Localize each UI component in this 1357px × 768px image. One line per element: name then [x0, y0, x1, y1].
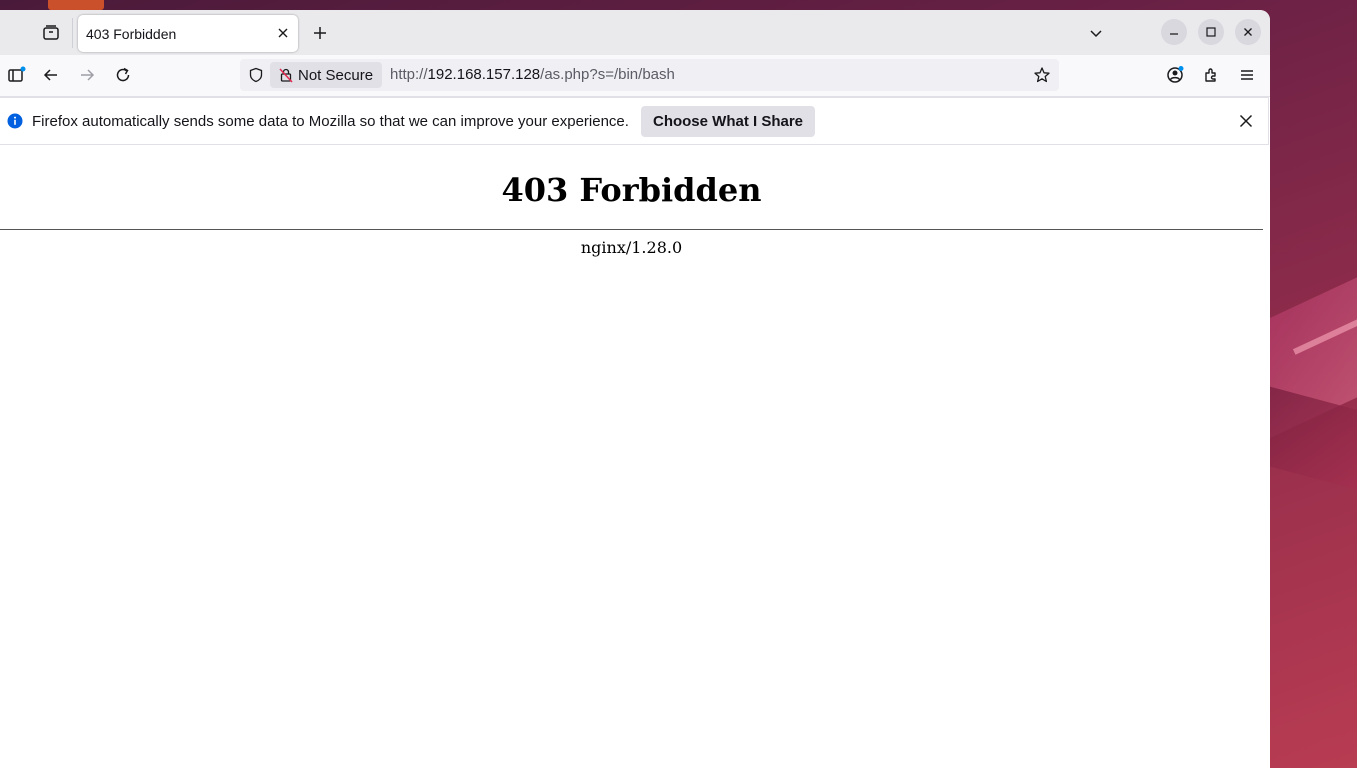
- url-text[interactable]: http://192.168.157.128/as.php?s=/bin/bas…: [390, 66, 675, 83]
- url-host: 192.168.157.128: [427, 66, 541, 83]
- tab-divider: [72, 18, 73, 48]
- choose-what-i-share-button[interactable]: Choose What I Share: [641, 106, 815, 137]
- close-window-icon[interactable]: [1235, 19, 1261, 45]
- browser-window: 403 Forbidden Not Secure http://192.168.…: [0, 10, 1270, 768]
- tab-close-icon[interactable]: [269, 19, 297, 47]
- list-all-tabs-icon[interactable]: [1082, 19, 1110, 47]
- account-icon[interactable]: [1161, 61, 1189, 89]
- data-collection-notification-bar: Firefox automatically sends some data to…: [0, 97, 1269, 145]
- maximize-icon[interactable]: [1198, 19, 1224, 45]
- info-icon: [7, 113, 23, 134]
- extensions-icon[interactable]: [1197, 61, 1225, 89]
- bookmark-star-icon[interactable]: [1028, 61, 1056, 89]
- minimize-icon[interactable]: [1161, 19, 1187, 45]
- back-icon[interactable]: [37, 61, 65, 89]
- forward-icon[interactable]: [73, 61, 101, 89]
- firefox-view-icon[interactable]: [37, 19, 65, 47]
- not-secure-label: Not Secure: [298, 67, 374, 84]
- sidebar-icon[interactable]: [2, 61, 30, 89]
- new-tab-icon[interactable]: [306, 19, 334, 47]
- horizontal-rule: [0, 229, 1263, 230]
- notification-message: Firefox automatically sends some data to…: [32, 113, 629, 130]
- navigation-toolbar: Not Secure http://192.168.157.128/as.php…: [0, 55, 1270, 97]
- tab-bar: 403 Forbidden: [0, 10, 1270, 55]
- tracking-protection-shield-icon[interactable]: [242, 61, 270, 89]
- site-security-indicator[interactable]: Not Secure: [270, 62, 382, 88]
- insecure-lock-icon: [278, 67, 294, 88]
- url-scheme: http://: [390, 66, 428, 83]
- notification-close-icon[interactable]: [1232, 107, 1260, 135]
- tab-active[interactable]: 403 Forbidden: [78, 15, 298, 52]
- page-content: 403 Forbidden nginx/1.28.0: [0, 147, 1263, 768]
- reload-icon[interactable]: [109, 61, 137, 89]
- address-bar[interactable]: Not Secure http://192.168.157.128/as.php…: [240, 59, 1059, 91]
- error-heading: 403 Forbidden: [501, 171, 762, 209]
- tab-title: 403 Forbidden: [86, 26, 177, 42]
- dock-app-icon[interactable]: [48, 0, 104, 10]
- menu-hamburger-icon[interactable]: [1233, 61, 1261, 89]
- server-signature: nginx/1.28.0: [580, 238, 683, 257]
- url-path: /as.php?s=/bin/bash: [540, 66, 675, 83]
